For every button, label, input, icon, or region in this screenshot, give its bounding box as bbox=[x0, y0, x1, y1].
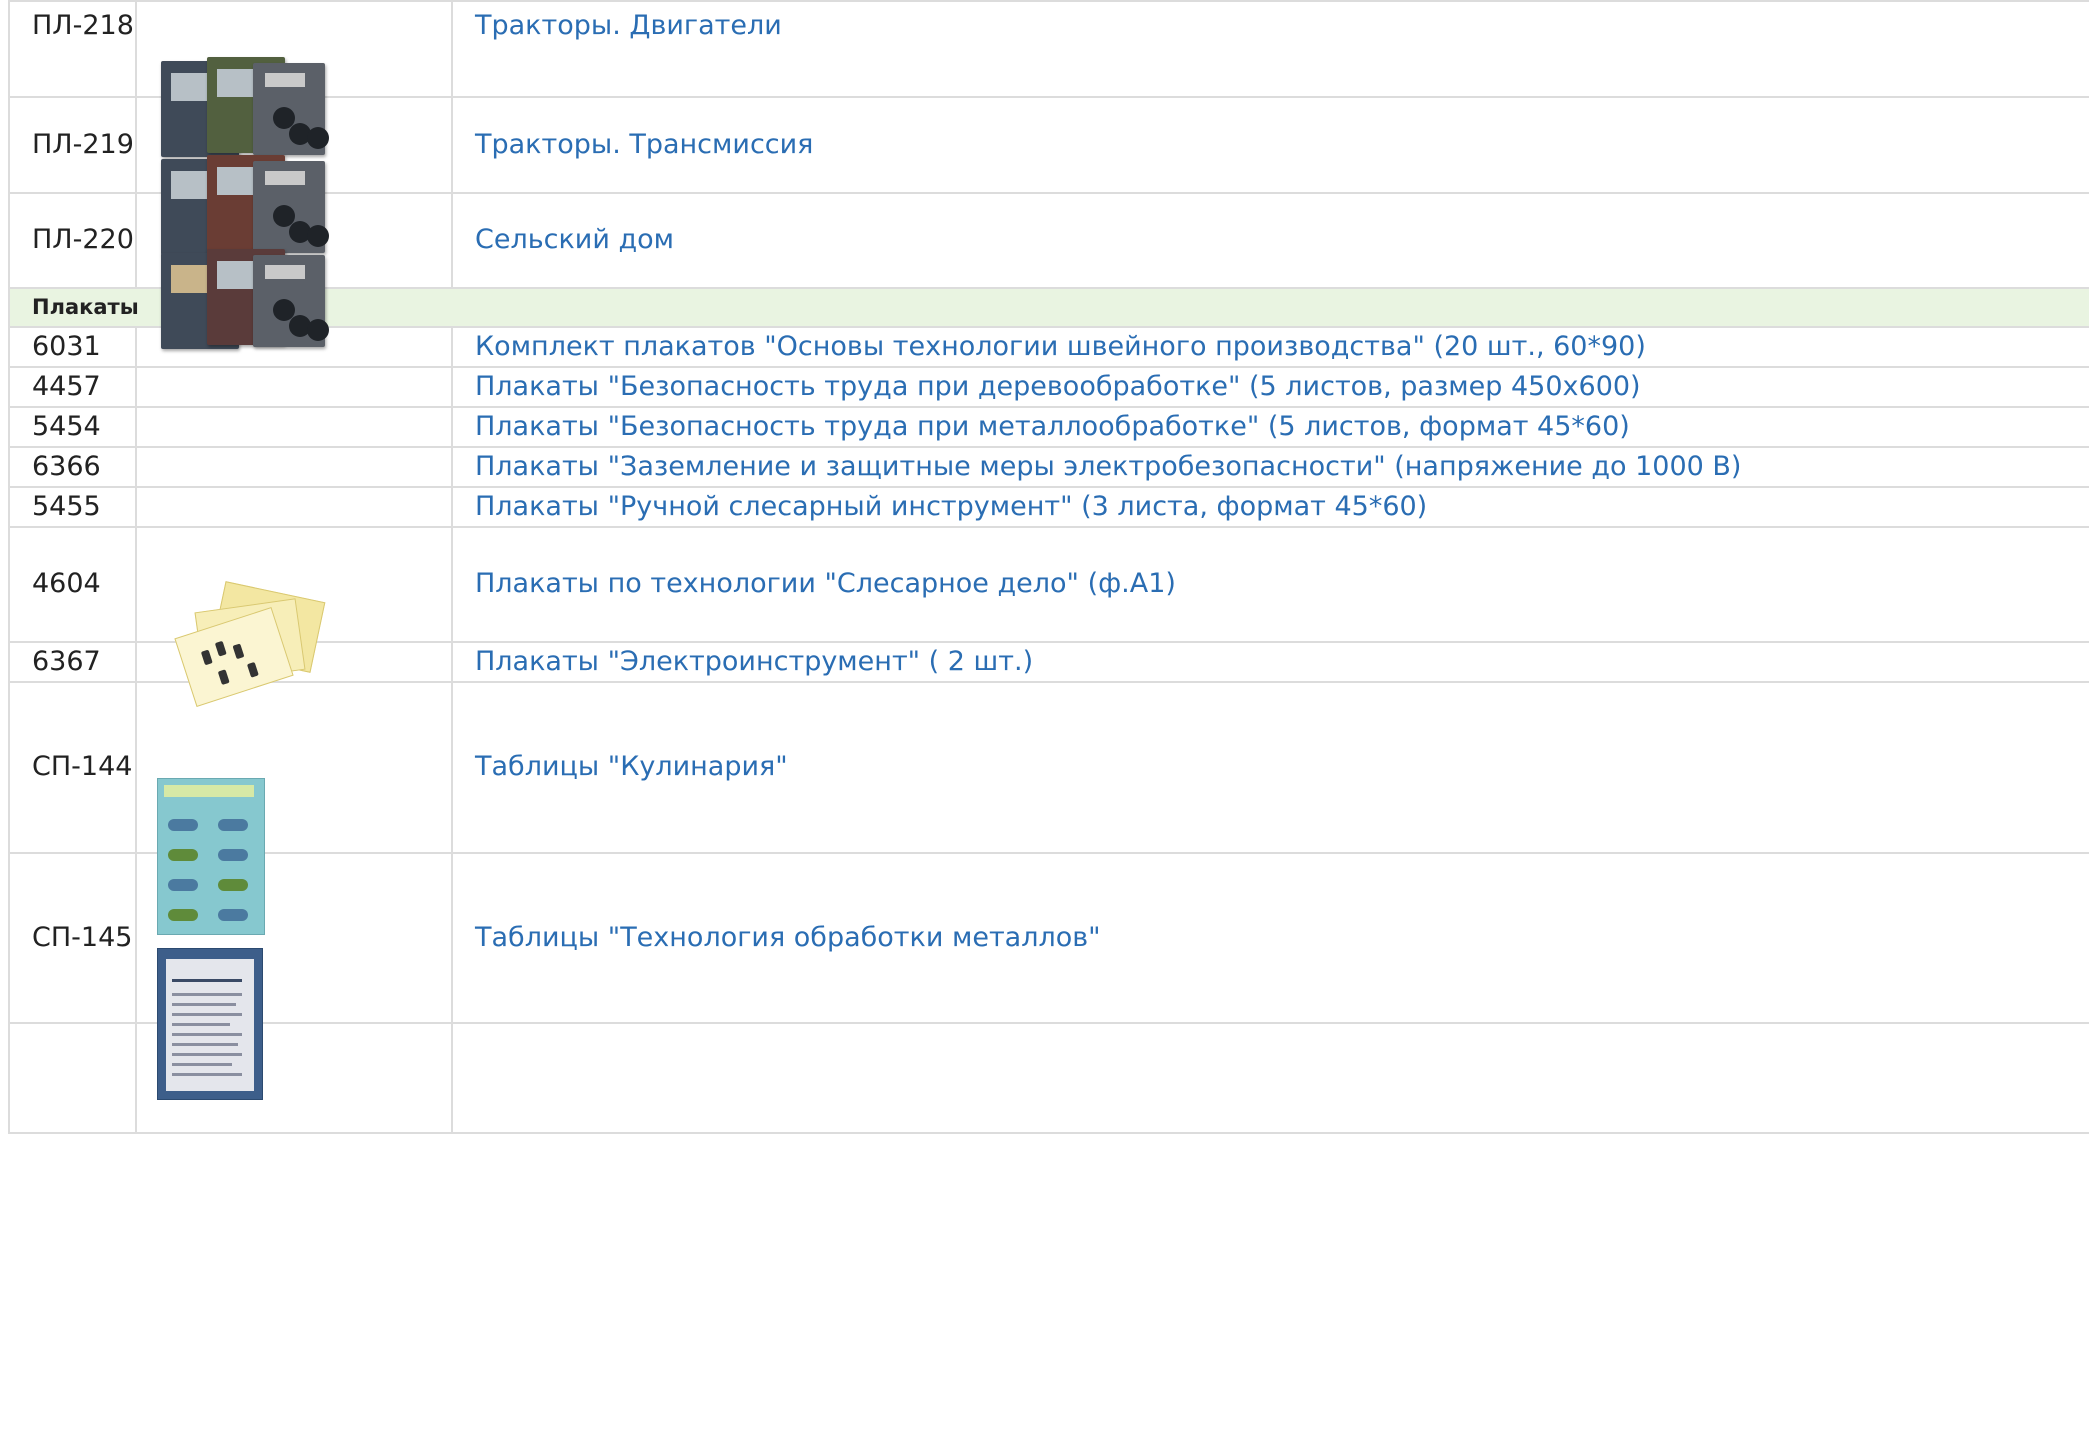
item-link[interactable]: Плакаты "Безопасность труда при металлоо… bbox=[475, 411, 1630, 442]
table-row: 4604 Плакаты по технологии "Слесарное де… bbox=[8, 526, 2089, 707]
item-link[interactable]: Плакаты по технологии "Слесарное дело" (… bbox=[475, 568, 1176, 599]
item-code: 4457 bbox=[8, 366, 137, 408]
item-link[interactable]: Плакаты "Заземление и защитные меры элек… bbox=[475, 451, 1741, 482]
table-row: 6366 Плакаты "Заземление и защитные меры… bbox=[8, 446, 2089, 488]
table-row: 5454 Плакаты "Безопасность труда при мет… bbox=[8, 406, 2089, 448]
item-thumbnail[interactable] bbox=[135, 0, 453, 157]
item-code: ПЛ-219 bbox=[8, 96, 137, 194]
item-code: 4604 bbox=[8, 526, 137, 643]
item-code: 5454 bbox=[8, 406, 137, 448]
item-code: СП-145 bbox=[8, 852, 137, 1024]
item-thumbnail bbox=[135, 406, 453, 448]
table-row: СП-145 Таблицы "Технология обработки мет… bbox=[8, 852, 2089, 1100]
item-code: ПЛ-218 bbox=[8, 0, 137, 98]
item-link[interactable]: Комплект плакатов "Основы технологии шве… bbox=[475, 331, 1646, 362]
item-link[interactable]: Тракторы. Двигатели bbox=[475, 10, 782, 41]
item-thumbnail bbox=[135, 366, 453, 408]
item-code: СП-144 bbox=[8, 681, 137, 854]
item-link[interactable]: Таблицы "Технология обработки металлов" bbox=[475, 922, 1101, 953]
item-code: 6367 bbox=[8, 641, 137, 683]
item-name bbox=[451, 1022, 2089, 1134]
table-row: 4457 Плакаты "Безопасность труда при дер… bbox=[8, 366, 2089, 408]
item-link[interactable]: Таблицы "Кулинария" bbox=[475, 751, 788, 782]
table-row: СП-144 Таблицы "Кулинария" bbox=[8, 681, 2089, 935]
table-row: 5455 Плакаты "Ручной слесарный инструмен… bbox=[8, 486, 2089, 528]
item-code: 5455 bbox=[8, 486, 137, 528]
item-code: 6031 bbox=[8, 326, 137, 368]
item-link[interactable]: Сельский дом bbox=[475, 224, 674, 255]
item-link[interactable]: Плакаты "Электроинструмент" ( 2 шт.) bbox=[475, 646, 1033, 677]
product-table: ПЛ-218 Тракторы. Двигатели ПЛ-219 Тракто… bbox=[8, 0, 2089, 1134]
table-row: ПЛ-218 Тракторы. Двигатели bbox=[8, 0, 2089, 157]
item-link[interactable]: Тракторы. Трансмиссия bbox=[475, 129, 813, 160]
table-row bbox=[8, 1022, 2089, 1134]
item-link[interactable]: Плакаты "Безопасность труда при деревооб… bbox=[475, 371, 1641, 402]
item-thumbnail[interactable] bbox=[135, 526, 453, 707]
item-link[interactable]: Плакаты "Ручной слесарный инструмент" (3… bbox=[475, 491, 1427, 522]
item-code bbox=[8, 1022, 137, 1134]
item-thumbnail bbox=[135, 446, 453, 488]
table-row: 6367 Плакаты "Электроинструмент" ( 2 шт.… bbox=[8, 641, 2089, 683]
item-code: 6366 bbox=[8, 446, 137, 488]
item-thumbnail[interactable] bbox=[135, 681, 453, 935]
item-thumbnail bbox=[135, 486, 453, 528]
item-code: ПЛ-220 bbox=[8, 192, 137, 289]
